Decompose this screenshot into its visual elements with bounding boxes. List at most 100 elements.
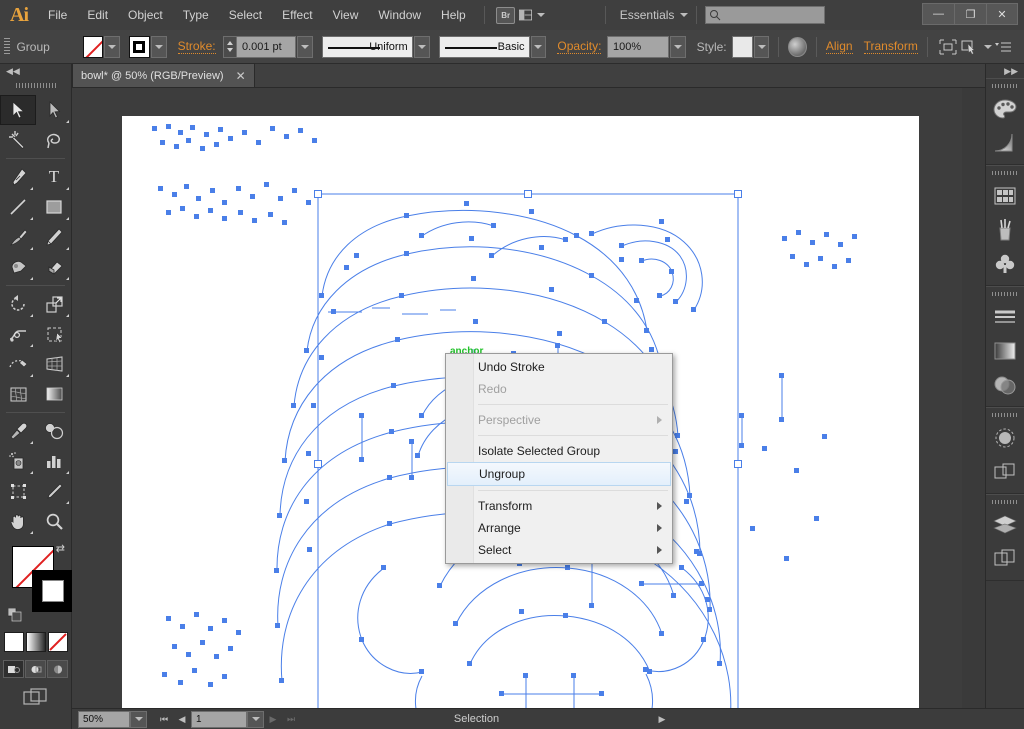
menu-select[interactable]: Select [219, 0, 272, 30]
draw-inside-button[interactable] [47, 660, 68, 678]
context-menu-item-ungroup[interactable]: Ungroup [447, 462, 671, 486]
tools-panel-grip[interactable] [15, 79, 56, 91]
menu-help[interactable]: Help [431, 0, 476, 30]
dock-group-grip-2[interactable] [992, 168, 1018, 177]
tool-line-segment[interactable] [0, 192, 36, 222]
color-guide-panel-icon[interactable] [986, 126, 1024, 160]
tool-zoom[interactable] [36, 506, 72, 536]
transform-button[interactable]: Transform [863, 39, 918, 54]
fill-color-swatch[interactable] [82, 35, 104, 58]
artboard-dropdown-button[interactable] [247, 710, 264, 728]
tool-type[interactable]: T [36, 162, 72, 192]
tool-eraser[interactable] [36, 252, 72, 282]
tool-pencil[interactable] [36, 222, 72, 252]
control-bar-grip[interactable] [4, 37, 11, 56]
swatches-panel-icon[interactable] [986, 179, 1024, 213]
tool-blend[interactable] [36, 416, 72, 446]
stroke-weight-label[interactable]: Stroke: [177, 39, 216, 54]
context-menu-item-undo-stroke[interactable]: Undo Stroke [446, 356, 672, 378]
menu-type[interactable]: Type [173, 0, 219, 30]
tool-mesh[interactable] [0, 379, 36, 409]
stroke-dropdown-button[interactable] [150, 35, 167, 58]
context-menu-item-arrange[interactable]: Arrange [446, 517, 672, 539]
search-input[interactable] [705, 6, 826, 24]
stroke-weight-input[interactable]: 0.001 pt [235, 35, 296, 58]
tool-artboard[interactable] [0, 476, 36, 506]
workspace-chevron-down-icon[interactable] [680, 13, 689, 17]
tool-magic-wand[interactable] [0, 125, 36, 155]
stroke-profile-select[interactable]: Uniform [321, 35, 413, 58]
transparency-panel-icon[interactable] [986, 368, 1024, 402]
artboards-panel-icon[interactable] [986, 542, 1024, 576]
tool-paintbrush[interactable] [0, 222, 36, 252]
gradient-mode-button[interactable] [25, 632, 46, 652]
symbols-panel-icon[interactable] [986, 247, 1024, 281]
fill-dropdown-button[interactable] [104, 35, 121, 58]
document-setup-icon[interactable] [788, 36, 807, 57]
select-similar-chevron-down-icon[interactable] [983, 44, 992, 49]
select-similar-objects-icon[interactable] [959, 36, 981, 58]
menu-window[interactable]: Window [368, 0, 431, 30]
context-menu-item-isolate-selected-group[interactable]: Isolate Selected Group [446, 440, 672, 462]
tool-width[interactable] [0, 319, 36, 349]
color-panel-icon[interactable] [986, 92, 1024, 126]
arrange-documents-icon[interactable] [518, 5, 545, 25]
workspace-switcher-label[interactable]: Essentials [614, 8, 681, 22]
stroke-weight-dropdown-button[interactable] [296, 35, 313, 58]
restore-button[interactable]: ❐ [954, 3, 986, 25]
align-button[interactable]: Align [825, 39, 853, 54]
swap-fill-stroke-icon[interactable]: ⇄ [56, 542, 65, 555]
tool-symbol-sprayer[interactable] [0, 446, 36, 476]
graphic-styles-panel-icon[interactable] [986, 455, 1024, 489]
stroke-color-swatch[interactable] [129, 35, 150, 58]
tool-slice[interactable] [36, 476, 72, 506]
gradient-panel-icon[interactable] [986, 334, 1024, 368]
tab-close-icon[interactable]: ✕ [236, 69, 246, 83]
zoom-level-dropdown-button[interactable] [130, 710, 147, 728]
brush-definition-dropdown-button[interactable] [530, 35, 547, 58]
stroke-swatch-black[interactable] [32, 570, 74, 612]
menu-effect[interactable]: Effect [272, 0, 322, 30]
tool-free-transform[interactable] [36, 319, 72, 349]
tool-column-graph[interactable] [36, 446, 72, 476]
stroke-weight-stepper[interactable] [222, 35, 236, 58]
close-button[interactable]: ✕ [986, 3, 1018, 25]
none-mode-button[interactable] [47, 632, 68, 652]
default-fill-stroke-icon[interactable] [7, 607, 22, 622]
context-menu[interactable]: Undo Stroke Redo Perspective Isolate Sel… [445, 353, 673, 564]
dock-group-grip-3[interactable] [992, 289, 1018, 298]
tool-shape-builder[interactable] [0, 349, 36, 379]
tool-scale[interactable] [36, 289, 72, 319]
status-menu-button[interactable]: ▶ [653, 710, 671, 729]
menu-view[interactable]: View [323, 0, 369, 30]
context-menu-item-transform[interactable]: Transform [446, 495, 672, 517]
opacity-input[interactable]: 100% [606, 35, 669, 58]
tool-selection[interactable] [0, 95, 36, 125]
menu-file[interactable]: File [38, 0, 77, 30]
tool-eyedropper[interactable] [0, 416, 36, 446]
brushes-panel-icon[interactable] [986, 213, 1024, 247]
dock-group-grip-4[interactable] [992, 410, 1018, 419]
opacity-label[interactable]: Opacity: [557, 39, 602, 54]
tool-gradient[interactable] [36, 379, 72, 409]
isolate-group-icon[interactable] [937, 36, 959, 58]
appearance-panel-icon[interactable] [986, 421, 1024, 455]
tools-collapse-icon[interactable]: ◀◀ [0, 64, 71, 78]
tool-pen[interactable] [0, 162, 36, 192]
artboard-number-input[interactable]: 1 [191, 710, 247, 728]
tool-direct-selection[interactable] [36, 95, 72, 125]
tool-lasso[interactable] [36, 125, 72, 155]
layers-panel-icon[interactable] [986, 508, 1024, 542]
graphic-style-dropdown-button[interactable] [753, 35, 770, 58]
menu-object[interactable]: Object [118, 0, 173, 30]
zoom-level-input[interactable]: 50% [78, 710, 130, 728]
draw-behind-button[interactable] [25, 660, 46, 678]
bridge-icon[interactable]: Br [493, 5, 519, 25]
panel-menu-icon[interactable] [992, 36, 1014, 58]
menu-edit[interactable]: Edit [77, 0, 118, 30]
dock-collapse-icon[interactable]: ▶▶ [986, 64, 1024, 78]
tool-rectangle[interactable] [36, 192, 72, 222]
brush-definition-select[interactable]: Basic [438, 35, 530, 58]
first-artboard-button[interactable]: ⏮ [155, 710, 173, 729]
draw-normal-button[interactable] [3, 660, 24, 678]
